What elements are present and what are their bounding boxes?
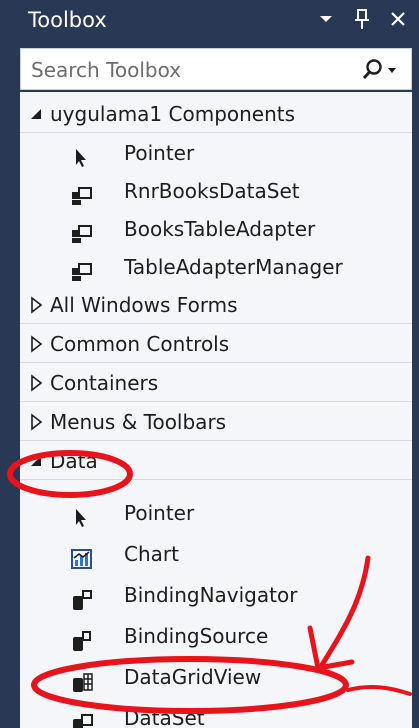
section-header-data[interactable]: Data [20,442,412,480]
expanded-triangle-icon[interactable] [28,442,46,480]
toolbox-item-rnrbooksdataset[interactable]: RnrBooksDataSet [20,172,412,210]
toolbox-list: uygulama1 Components Pointer RnrBooksDat… [20,92,412,728]
toolbox-item-bookstableadapter[interactable]: BooksTableAdapter [20,210,412,248]
binding-navigator-icon [70,585,94,610]
item-label: RnrBooksDataSet [124,179,300,203]
close-icon[interactable] [387,6,409,32]
collapsed-triangle-icon[interactable] [28,403,46,441]
section-header-common-controls[interactable]: Common Controls [20,325,412,363]
toolbox-item-tableadaptermanager[interactable]: TableAdapterManager [20,248,412,286]
component-icon [70,181,94,205]
search-box[interactable] [20,48,412,90]
dropdown-arrow-icon[interactable] [315,6,337,32]
item-label: DataSet [124,706,205,728]
component-icon [70,219,94,243]
pin-icon[interactable] [351,6,373,32]
section-label: Menus & Toolbars [50,410,227,434]
collapsed-triangle-icon[interactable] [28,325,46,363]
item-label: BooksTableAdapter [124,217,316,241]
item-label: Chart [124,542,179,566]
section-header-containers[interactable]: Containers [20,364,412,402]
dataset-icon [70,708,94,728]
expanded-triangle-icon[interactable] [28,95,46,133]
toolbox-item-bindingsource[interactable]: BindingSource [20,617,412,655]
toolbox-item-chart[interactable]: Chart [20,535,412,573]
toolbox-item-pointer[interactable]: Pointer [20,494,412,532]
section-label: All Windows Forms [50,293,238,317]
binding-source-icon [70,626,94,651]
search-input[interactable] [29,55,353,85]
toolbox-item-pointer[interactable]: Pointer [20,134,412,172]
section-label: Common Controls [50,332,230,356]
chart-icon [70,544,94,569]
section-header-all-windows-forms[interactable]: All Windows Forms [20,286,412,324]
titlebar-controls [315,6,409,32]
item-label: BindingNavigator [124,583,298,607]
pointer-icon [70,503,94,527]
toolbox-item-bindingnavigator[interactable]: BindingNavigator [20,576,412,614]
section-label: Containers [50,371,159,395]
component-icon [70,257,94,281]
section-header-menus-toolbars[interactable]: Menus & Toolbars [20,403,412,441]
section-header-uygulama1-components[interactable]: uygulama1 Components [20,95,412,133]
item-label: Pointer [124,501,195,525]
section-label: uygulama1 Components [50,102,296,126]
item-label: TableAdapterManager [124,255,343,279]
toolbox-item-datagridview[interactable]: DataGridView [20,658,412,696]
collapsed-triangle-icon[interactable] [28,286,46,324]
item-label: BindingSource [124,624,269,648]
toolbox-title: Toolbox [28,8,107,32]
pointer-icon [70,143,94,167]
item-label: Pointer [124,141,195,165]
datagridview-icon [70,667,94,692]
toolbox-titlebar[interactable]: Toolbox [14,0,419,46]
section-label: Data [50,449,98,473]
item-label: DataGridView [124,665,262,689]
toolbox-item-dataset[interactable]: DataSet [20,699,412,728]
search-icon[interactable] [361,57,397,83]
collapsed-triangle-icon[interactable] [28,364,46,402]
